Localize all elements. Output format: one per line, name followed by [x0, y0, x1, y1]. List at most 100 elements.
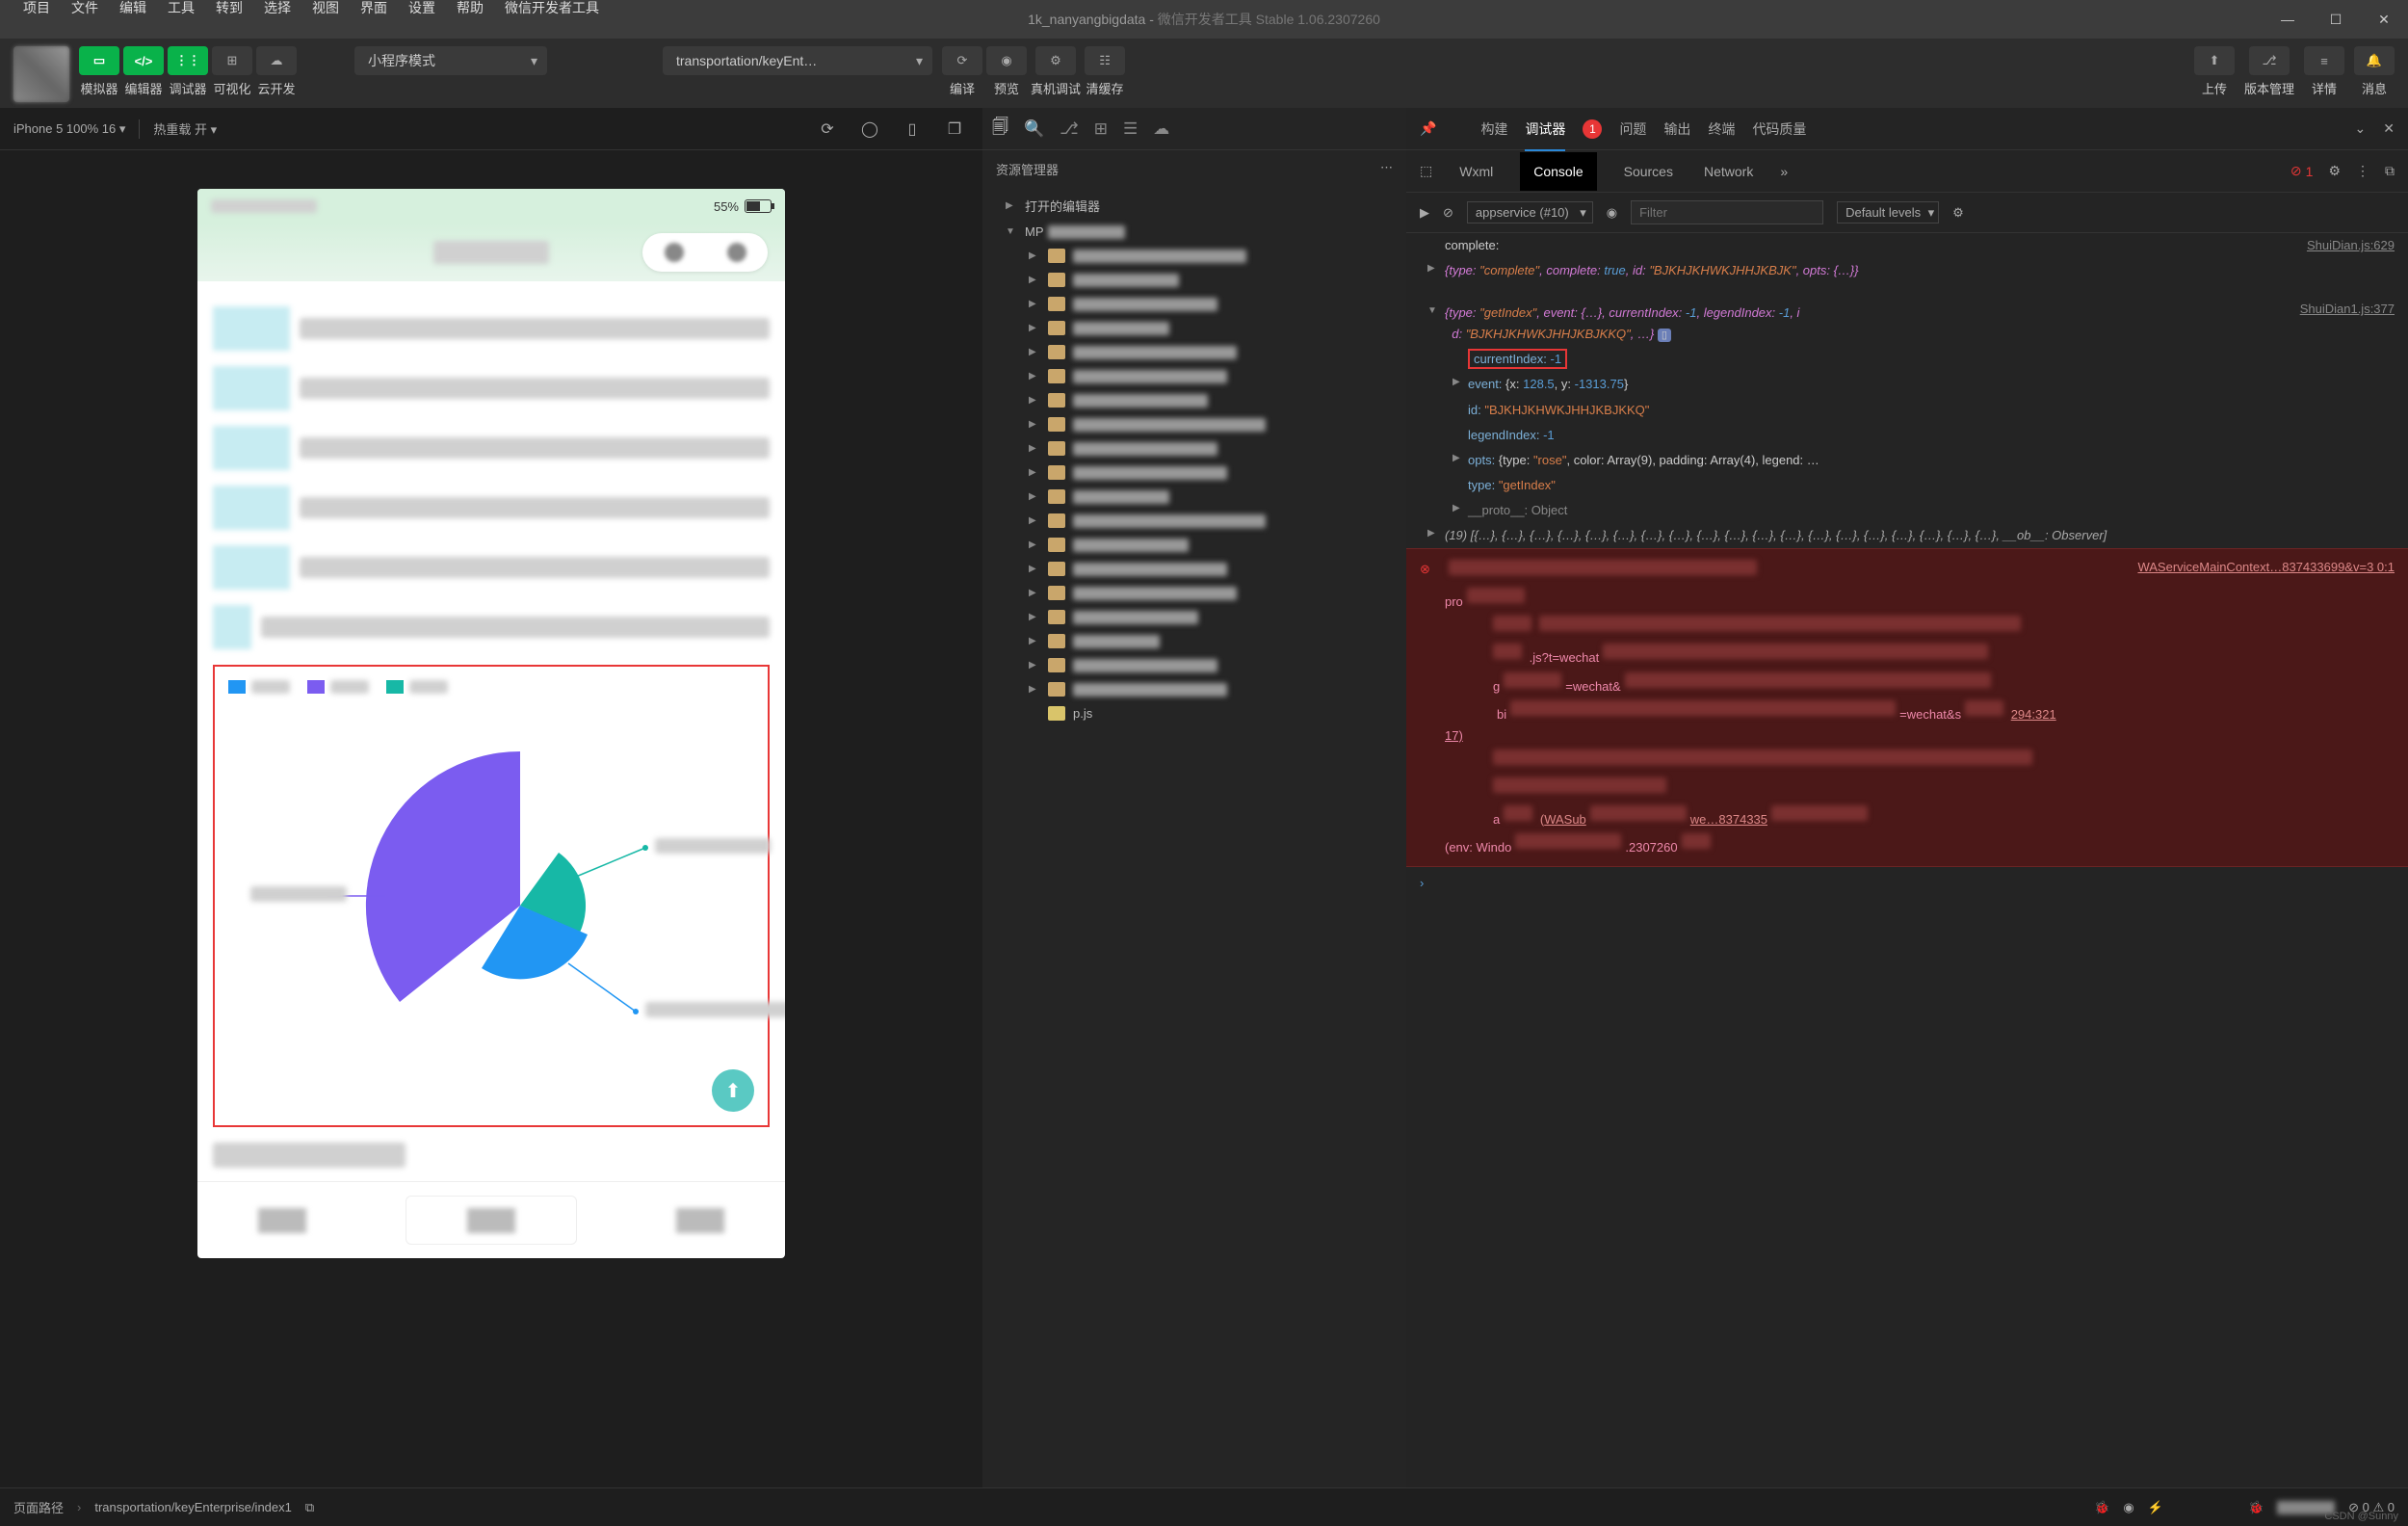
filter-input[interactable]: [1631, 200, 1823, 224]
debugger-toggle[interactable]: ⋮⋮: [168, 46, 208, 75]
close-icon[interactable]: ✕: [2383, 120, 2395, 137]
tab-network[interactable]: Network: [1700, 152, 1757, 191]
tree-folder[interactable]: ▶: [982, 653, 1406, 677]
close-button[interactable]: ✕: [2360, 0, 2408, 39]
database-icon[interactable]: ☰: [1123, 119, 1138, 139]
minimize-button[interactable]: —: [2264, 0, 2312, 39]
rose-chart[interactable]: [289, 713, 694, 1060]
phone-icon[interactable]: ▯: [898, 119, 927, 139]
tab-item[interactable]: [406, 1196, 577, 1245]
preview-button[interactable]: ◉: [986, 46, 1027, 75]
tab-item[interactable]: [615, 1182, 785, 1258]
scroll-top-button[interactable]: ⬆: [712, 1069, 754, 1112]
menu-item[interactable]: 设置: [408, 0, 435, 17]
avatar[interactable]: [13, 46, 69, 102]
menu-item[interactable]: 项目: [23, 0, 50, 17]
menu-item[interactable]: 视图: [312, 0, 339, 17]
tab-item[interactable]: [197, 1182, 367, 1258]
menu-item[interactable]: 工具: [168, 0, 195, 17]
cloud-toggle[interactable]: ☁: [256, 46, 297, 75]
gear-icon[interactable]: ⚙: [2328, 163, 2341, 179]
tab-sources[interactable]: Sources: [1620, 152, 1677, 191]
menu-item[interactable]: 界面: [360, 0, 387, 17]
more-icon[interactable]: ⋯: [1380, 160, 1393, 178]
capsule-button[interactable]: [642, 233, 768, 272]
route-select[interactable]: transportation/keyEnt…: [663, 46, 932, 75]
tree-folder[interactable]: ▶: [982, 244, 1406, 268]
tree-folder[interactable]: ▶: [982, 557, 1406, 581]
menu-item[interactable]: 转到: [216, 0, 243, 17]
stop-icon[interactable]: ◯: [855, 119, 884, 139]
menu-item[interactable]: 编辑: [119, 0, 146, 17]
levels-select[interactable]: Default levels ▾: [1837, 201, 1939, 224]
upload-button[interactable]: ⬆: [2194, 46, 2235, 75]
editor-toggle[interactable]: </>: [123, 46, 164, 75]
messages-button[interactable]: 🔔: [2354, 46, 2395, 75]
chevron-down-icon[interactable]: ⌄: [2355, 120, 2367, 137]
tab-debugger[interactable]: 调试器: [1525, 119, 1565, 139]
eye-icon[interactable]: ◉: [1607, 205, 1617, 221]
menu-item[interactable]: 文件: [71, 0, 98, 17]
lightning-icon[interactable]: ⚡: [2148, 1500, 2163, 1515]
tab-quality[interactable]: 代码质量: [1752, 119, 1806, 139]
cloud-icon[interactable]: ☁: [1153, 119, 1169, 139]
eye-icon[interactable]: ◉: [2123, 1500, 2133, 1515]
error-count[interactable]: ⊘ 1: [2290, 163, 2314, 179]
tree-folder[interactable]: ▶: [982, 268, 1406, 292]
inspect-icon[interactable]: ⬚: [1420, 163, 1432, 179]
tab-terminal[interactable]: 终端: [1708, 119, 1735, 139]
tree-folder[interactable]: ▶: [982, 364, 1406, 388]
details-button[interactable]: ≡: [2304, 46, 2344, 75]
tree-section[interactable]: ▼MP: [982, 220, 1406, 244]
debug-icon[interactable]: 🐞: [2248, 1500, 2264, 1515]
tree-folder[interactable]: ▶: [982, 533, 1406, 557]
hot-reload-toggle[interactable]: 热重载 开 ▾: [153, 119, 217, 138]
compile-button[interactable]: ⟳: [942, 46, 982, 75]
bug-icon[interactable]: 🐞: [2094, 1500, 2109, 1515]
windows-icon[interactable]: ❐: [940, 119, 969, 139]
simulator-toggle[interactable]: ▭: [79, 46, 119, 75]
phone-simulator[interactable]: 55%: [197, 189, 785, 1258]
refresh-icon[interactable]: ⟳: [813, 119, 842, 139]
tree-folder[interactable]: ▶: [982, 677, 1406, 701]
console-output[interactable]: ShuiDian.js:629complete: ▶{type: "comple…: [1406, 233, 2408, 1487]
extensions-icon[interactable]: ⊞: [1094, 119, 1108, 139]
file-tree[interactable]: ▶打开的编辑器 ▼MP ▶▶▶▶▶▶▶▶▶▶▶▶▶▶▶▶▶▶▶p.js: [982, 188, 1406, 1487]
tree-folder[interactable]: ▶: [982, 388, 1406, 412]
pin-icon[interactable]: 📌: [1420, 120, 1436, 137]
tree-folder[interactable]: ▶: [982, 509, 1406, 533]
tab-problems[interactable]: 问题: [1619, 119, 1646, 139]
remote-debug-button[interactable]: ⚙: [1035, 46, 1076, 75]
tree-folder[interactable]: ▶: [982, 581, 1406, 605]
tree-folder[interactable]: ▶: [982, 340, 1406, 364]
tree-folder[interactable]: ▶: [982, 460, 1406, 485]
tree-folder[interactable]: ▶: [982, 316, 1406, 340]
tree-folder[interactable]: ▶: [982, 292, 1406, 316]
context-select[interactable]: appservice (#10)▾: [1467, 201, 1593, 224]
version-button[interactable]: ⎇: [2249, 46, 2290, 75]
menu-item[interactable]: 帮助: [457, 0, 484, 17]
tab-wxml[interactable]: Wxml: [1455, 152, 1497, 191]
tree-folder[interactable]: ▶: [982, 485, 1406, 509]
tree-folder[interactable]: ▶: [982, 605, 1406, 629]
clear-icon[interactable]: ⊘: [1443, 205, 1453, 221]
files-icon[interactable]: 🗐: [992, 115, 1008, 143]
git-icon[interactable]: ⎇: [1060, 119, 1079, 139]
tab-console[interactable]: Console: [1520, 152, 1596, 191]
copy-icon[interactable]: ⧉: [305, 1500, 314, 1515]
visual-toggle[interactable]: ⊞: [212, 46, 252, 75]
tab-output[interactable]: 输出: [1663, 119, 1690, 139]
tree-folder[interactable]: ▶: [982, 412, 1406, 436]
tree-folder[interactable]: ▶: [982, 629, 1406, 653]
dock-icon[interactable]: ⧉: [2385, 163, 2395, 179]
maximize-button[interactable]: ☐: [2312, 0, 2360, 39]
tree-folder[interactable]: p.js: [982, 701, 1406, 725]
clear-cache-button[interactable]: ☷: [1085, 46, 1125, 75]
tree-section[interactable]: ▶打开的编辑器: [982, 192, 1406, 220]
mode-select[interactable]: 小程序模式: [354, 46, 547, 75]
page-path[interactable]: transportation/keyEnterprise/index1: [94, 1500, 292, 1514]
tree-folder[interactable]: ▶: [982, 436, 1406, 460]
console-prompt[interactable]: ›: [1406, 867, 2408, 900]
gear-icon[interactable]: ⚙: [1952, 205, 1964, 221]
play-icon[interactable]: ▶: [1420, 205, 1429, 221]
